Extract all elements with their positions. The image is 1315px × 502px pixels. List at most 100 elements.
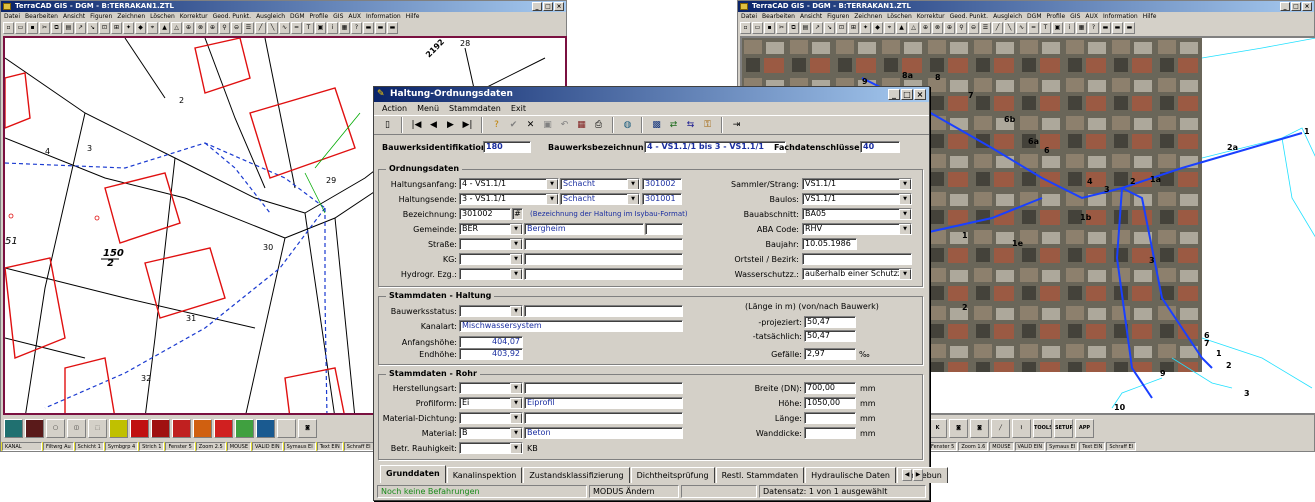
open-icon[interactable]: ▭: [15, 22, 26, 34]
help-icon[interactable]: ?: [351, 22, 362, 34]
anfang-type-select[interactable]: Schacht: [560, 178, 640, 190]
tool-icon[interactable]: [151, 419, 170, 438]
new-record-icon[interactable]: ▯: [380, 118, 395, 133]
menu-gis[interactable]: GIS: [1070, 13, 1080, 20]
line-icon[interactable]: ╱: [255, 22, 266, 34]
tool-icon[interactable]: ⌖: [884, 22, 895, 34]
menu-loeschen[interactable]: Löschen: [887, 13, 912, 20]
tool-icon[interactable]: ↗: [812, 22, 823, 34]
curve-icon[interactable]: ∿: [1016, 22, 1027, 34]
proj-field[interactable]: 50,47: [804, 316, 856, 328]
zoom-icon[interactable]: ⚲: [219, 22, 230, 34]
menu-korrektur[interactable]: Korrektur: [917, 13, 945, 20]
copy-icon[interactable]: ⧉: [788, 22, 799, 34]
menu-loeschen[interactable]: Löschen: [150, 13, 175, 20]
tool-icon[interactable]: ↘: [87, 22, 98, 34]
profil-select[interactable]: Ei: [459, 397, 523, 409]
status-select[interactable]: [459, 305, 523, 317]
tool-icon[interactable]: ▣: [315, 22, 326, 34]
paste-icon[interactable]: ▤: [800, 22, 811, 34]
menu-profile[interactable]: Profile: [310, 13, 329, 20]
line-icon[interactable]: ═: [291, 22, 302, 34]
copy-icon[interactable]: ⧉: [51, 22, 62, 34]
menu-figuren[interactable]: Figuren: [90, 13, 112, 20]
camera-icon[interactable]: ◙: [949, 419, 968, 438]
line-icon[interactable]: ═: [1028, 22, 1039, 34]
minimize-button[interactable]: _: [532, 2, 542, 11]
fach-field[interactable]: 40: [860, 141, 900, 153]
menu-aux[interactable]: AUX: [1085, 13, 1098, 20]
strasse-select[interactable]: [459, 238, 523, 250]
zoom-in-icon[interactable]: ⊕: [944, 22, 955, 34]
tool-icon[interactable]: ◫: [67, 419, 86, 438]
menu-profile[interactable]: Profile: [1047, 13, 1066, 20]
new-icon[interactable]: ▫: [740, 22, 751, 34]
sammler-select[interactable]: VS1.1/1: [802, 178, 912, 190]
breite-field[interactable]: 700,00: [804, 382, 856, 394]
close-button[interactable]: ×: [554, 2, 564, 11]
laenge-field[interactable]: [804, 412, 856, 424]
tool-icon[interactable]: ▣: [1052, 22, 1063, 34]
maximize-button[interactable]: □: [901, 89, 913, 100]
zoom-out-icon[interactable]: ⊖: [231, 22, 242, 34]
menu-exit[interactable]: Exit: [511, 104, 526, 113]
setup-button[interactable]: SETUP: [1054, 419, 1073, 438]
tool-icon[interactable]: ▢: [46, 419, 65, 438]
paste-icon[interactable]: ▤: [63, 22, 74, 34]
tab-hydraulische-daten[interactable]: Hydraulische Daten: [805, 467, 896, 483]
tool-icon[interactable]: [109, 419, 128, 438]
table-icon[interactable]: ▦: [574, 118, 589, 133]
menu-ansicht[interactable]: Ansicht: [800, 13, 822, 20]
new-icon[interactable]: ▫: [3, 22, 14, 34]
ende-no-field[interactable]: 301001: [642, 193, 682, 205]
menu-zeichnen[interactable]: Zeichnen: [117, 13, 145, 20]
tool-icon[interactable]: ▦: [339, 22, 350, 34]
tool-icon[interactable]: ⊞: [111, 22, 122, 34]
menu-information[interactable]: Information: [366, 13, 401, 20]
baujahr-field[interactable]: 10.05.1986: [802, 238, 857, 250]
rauh-select[interactable]: [459, 442, 523, 454]
tool-icon[interactable]: [235, 419, 254, 438]
tool-icon[interactable]: ▬: [1112, 22, 1123, 34]
tools-button[interactable]: TOOLS: [1033, 419, 1052, 438]
ende-select[interactable]: 3 - VS1.1/1: [459, 193, 559, 205]
menu-aux[interactable]: AUX: [348, 13, 361, 20]
wand-field[interactable]: [804, 427, 856, 439]
tool-icon[interactable]: ⊕: [183, 22, 194, 34]
info-icon[interactable]: i: [1064, 22, 1075, 34]
menu-datei[interactable]: Datei: [4, 13, 20, 20]
menu-ausgleich[interactable]: Ausgleich: [256, 13, 285, 20]
link-icon[interactable]: ⇄: [666, 118, 681, 133]
menu-menue[interactable]: Menü: [417, 104, 439, 113]
tool-icon[interactable]: ⌇: [1012, 419, 1031, 438]
first-record-icon[interactable]: |◀: [409, 118, 424, 133]
menu-hilfe[interactable]: Hilfe: [406, 13, 420, 20]
line-icon[interactable]: ╱: [991, 419, 1010, 438]
maximize-button[interactable]: □: [543, 2, 553, 11]
aba-select[interactable]: RHV: [802, 223, 912, 235]
baulos-select[interactable]: VS1.1/1: [802, 193, 912, 205]
tab-scroll-left-icon[interactable]: ◀: [902, 469, 912, 481]
camera-icon[interactable]: ◙: [298, 419, 317, 438]
ortsteil-field[interactable]: [802, 253, 912, 265]
minimize-button[interactable]: _: [888, 89, 900, 100]
tool-icon[interactable]: △: [171, 22, 182, 34]
wasser-select[interactable]: außerhalb einer Schutzzone: [802, 268, 912, 280]
tool-icon[interactable]: ⊗: [195, 22, 206, 34]
query-icon[interactable]: ?: [489, 118, 504, 133]
tab-restl-stammdaten[interactable]: Restl. Stammdaten: [715, 467, 805, 483]
exit-icon[interactable]: ⇥: [729, 118, 744, 133]
bez-hash-button[interactable]: #: [512, 208, 523, 220]
ende-type-select[interactable]: Schacht: [560, 193, 640, 205]
tool-icon[interactable]: ↘: [824, 22, 835, 34]
save-icon[interactable]: ▪: [27, 22, 38, 34]
menu-bearbeiten[interactable]: Bearbeiten: [25, 13, 58, 20]
tool-icon[interactable]: ⊕: [920, 22, 931, 34]
menu-zeichnen[interactable]: Zeichnen: [854, 13, 882, 20]
kanalart-field[interactable]: Mischwassersystem: [459, 320, 683, 332]
tool-icon[interactable]: [277, 419, 296, 438]
tool-icon[interactable]: ↗: [75, 22, 86, 34]
key-icon[interactable]: ⚿: [700, 118, 715, 133]
check-icon[interactable]: ✔: [506, 118, 521, 133]
tool-icon[interactable]: [172, 419, 191, 438]
